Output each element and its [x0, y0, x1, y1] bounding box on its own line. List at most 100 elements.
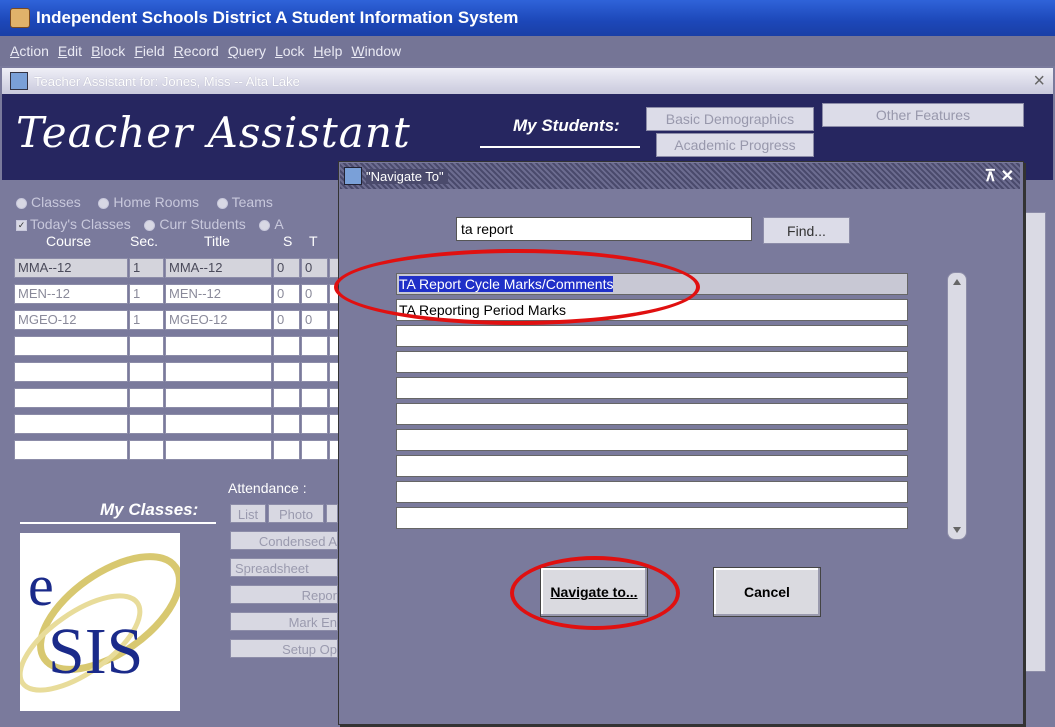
- table-cell[interactable]: [165, 414, 272, 434]
- table-cell[interactable]: [273, 336, 300, 356]
- table-cell[interactable]: [14, 336, 128, 356]
- setup-options-button[interactable]: Setup Op: [230, 639, 338, 658]
- menu-mnemonic: L: [274, 43, 283, 59]
- table-cell[interactable]: [129, 440, 164, 460]
- table-cell[interactable]: MEN--12: [14, 284, 128, 304]
- table-cell[interactable]: [165, 440, 272, 460]
- todays-classes-checkbox[interactable]: ✓ Today's Classes: [16, 216, 131, 232]
- menu-item-action[interactable]: Action: [10, 43, 49, 59]
- table-cell[interactable]: 0: [273, 284, 300, 304]
- table-cell[interactable]: [273, 388, 300, 408]
- menu-item-query[interactable]: Query: [228, 43, 266, 59]
- logo-e: e: [28, 553, 54, 618]
- table-cell[interactable]: [273, 414, 300, 434]
- table-cell[interactable]: [301, 362, 328, 382]
- table-cell[interactable]: [301, 440, 328, 460]
- menu-item-help[interactable]: Help: [314, 43, 343, 59]
- scroll-down-icon[interactable]: [953, 527, 961, 533]
- menu-bar: Action Edit Block Field Record Query Lock Help W…: [0, 36, 1055, 66]
- table-cell[interactable]: MMA--12: [165, 258, 272, 278]
- result-row[interactable]: [396, 325, 908, 347]
- result-row[interactable]: [396, 481, 908, 503]
- radio-classes[interactable]: Classes: [16, 194, 81, 210]
- menu-item-block[interactable]: Block: [91, 43, 125, 59]
- table-cell[interactable]: 1: [129, 310, 164, 330]
- result-row[interactable]: [396, 429, 908, 451]
- table-cell[interactable]: 0: [301, 258, 328, 278]
- menu-mnemonic: A: [10, 43, 20, 59]
- table-cell[interactable]: 1: [129, 284, 164, 304]
- result-row[interactable]: [396, 351, 908, 373]
- close-icon[interactable]: ×: [1033, 70, 1045, 93]
- table-cell[interactable]: [14, 362, 128, 382]
- other-features-button[interactable]: Other Features: [822, 103, 1024, 127]
- table-cell[interactable]: [301, 414, 328, 434]
- table-cell[interactable]: MGEO-12: [165, 310, 272, 330]
- table-cell[interactable]: MEN--12: [165, 284, 272, 304]
- annotation-ellipse-navigate: [510, 556, 680, 630]
- table-cell[interactable]: [129, 336, 164, 356]
- table-cell[interactable]: [273, 362, 300, 382]
- table-cell[interactable]: [129, 362, 164, 382]
- menu-item-window[interactable]: Window: [351, 43, 401, 59]
- table-cell[interactable]: 0: [301, 284, 328, 304]
- table-cell[interactable]: [301, 336, 328, 356]
- result-row[interactable]: [396, 377, 908, 399]
- table-cell[interactable]: MGEO-12: [14, 310, 128, 330]
- app-title: Independent Schools District A Student I…: [36, 8, 519, 27]
- table-cell[interactable]: [165, 388, 272, 408]
- result-row[interactable]: [396, 507, 908, 529]
- window-icon: [10, 72, 28, 90]
- my-students-label: My Students:: [513, 116, 620, 135]
- dialog-controls-icon[interactable]: ⊼ ✕: [984, 166, 1014, 186]
- radio-a[interactable]: A: [259, 216, 284, 232]
- condensed-button[interactable]: Condensed A: [230, 531, 338, 550]
- table-cell[interactable]: [129, 388, 164, 408]
- search-input[interactable]: ta report: [456, 217, 752, 241]
- dialog-title: "Navigate To": [366, 168, 448, 184]
- basic-demographics-button[interactable]: Basic Demographics: [646, 107, 814, 131]
- table-cell[interactable]: 0: [273, 258, 300, 278]
- results-scrollbar[interactable]: [947, 272, 967, 540]
- menu-item-field[interactable]: Field: [134, 43, 164, 59]
- header-t: T: [309, 233, 318, 249]
- dialog-caption: "Navigate To" ⊼ ✕: [340, 163, 1020, 189]
- report-button[interactable]: Repor: [230, 585, 338, 604]
- menu-mnemonic: B: [91, 43, 101, 59]
- radio-curr-students[interactable]: Curr Students: [144, 216, 246, 232]
- photo-button[interactable]: Photo: [268, 504, 324, 523]
- table-cell[interactable]: [14, 388, 128, 408]
- table-cell[interactable]: [14, 440, 128, 460]
- table-cell[interactable]: [301, 388, 328, 408]
- table-cell[interactable]: 0: [273, 310, 300, 330]
- mark-entry-button[interactable]: Mark En: [230, 612, 338, 631]
- menu-label-rest: uery: [238, 43, 266, 59]
- extra-button[interactable]: [326, 504, 338, 523]
- table-cell[interactable]: 0: [301, 310, 328, 330]
- table-cell[interactable]: [14, 414, 128, 434]
- table-cell[interactable]: [273, 440, 300, 460]
- menu-label-rest: indow: [364, 43, 402, 59]
- scroll-up-icon[interactable]: [953, 279, 961, 285]
- menu-item-record[interactable]: Record: [174, 43, 219, 59]
- menu-item-edit[interactable]: Edit: [58, 43, 82, 59]
- radio-home-rooms[interactable]: Home Rooms: [98, 194, 199, 210]
- radio-teams[interactable]: Teams: [216, 194, 273, 210]
- menu-label-rest: ction: [19, 43, 49, 59]
- result-row[interactable]: [396, 403, 908, 425]
- spreadsheet-button[interactable]: Spreadsheet: [230, 558, 338, 577]
- list-button[interactable]: List: [230, 504, 266, 523]
- find-button[interactable]: Find...: [763, 217, 850, 244]
- table-cell[interactable]: 1: [129, 258, 164, 278]
- result-row[interactable]: [396, 455, 908, 477]
- table-cell[interactable]: [165, 336, 272, 356]
- table-cell[interactable]: [165, 362, 272, 382]
- menu-label-rest: dit: [67, 43, 83, 59]
- table-cell[interactable]: [129, 414, 164, 434]
- annotation-ellipse-result: [334, 249, 700, 325]
- menu-label-rest: ecord: [183, 43, 219, 59]
- academic-progress-button[interactable]: Academic Progress: [656, 133, 814, 157]
- cancel-button[interactable]: Cancel: [713, 567, 821, 617]
- table-cell[interactable]: MMA--12: [14, 258, 128, 278]
- menu-item-lock[interactable]: Lock: [275, 43, 305, 59]
